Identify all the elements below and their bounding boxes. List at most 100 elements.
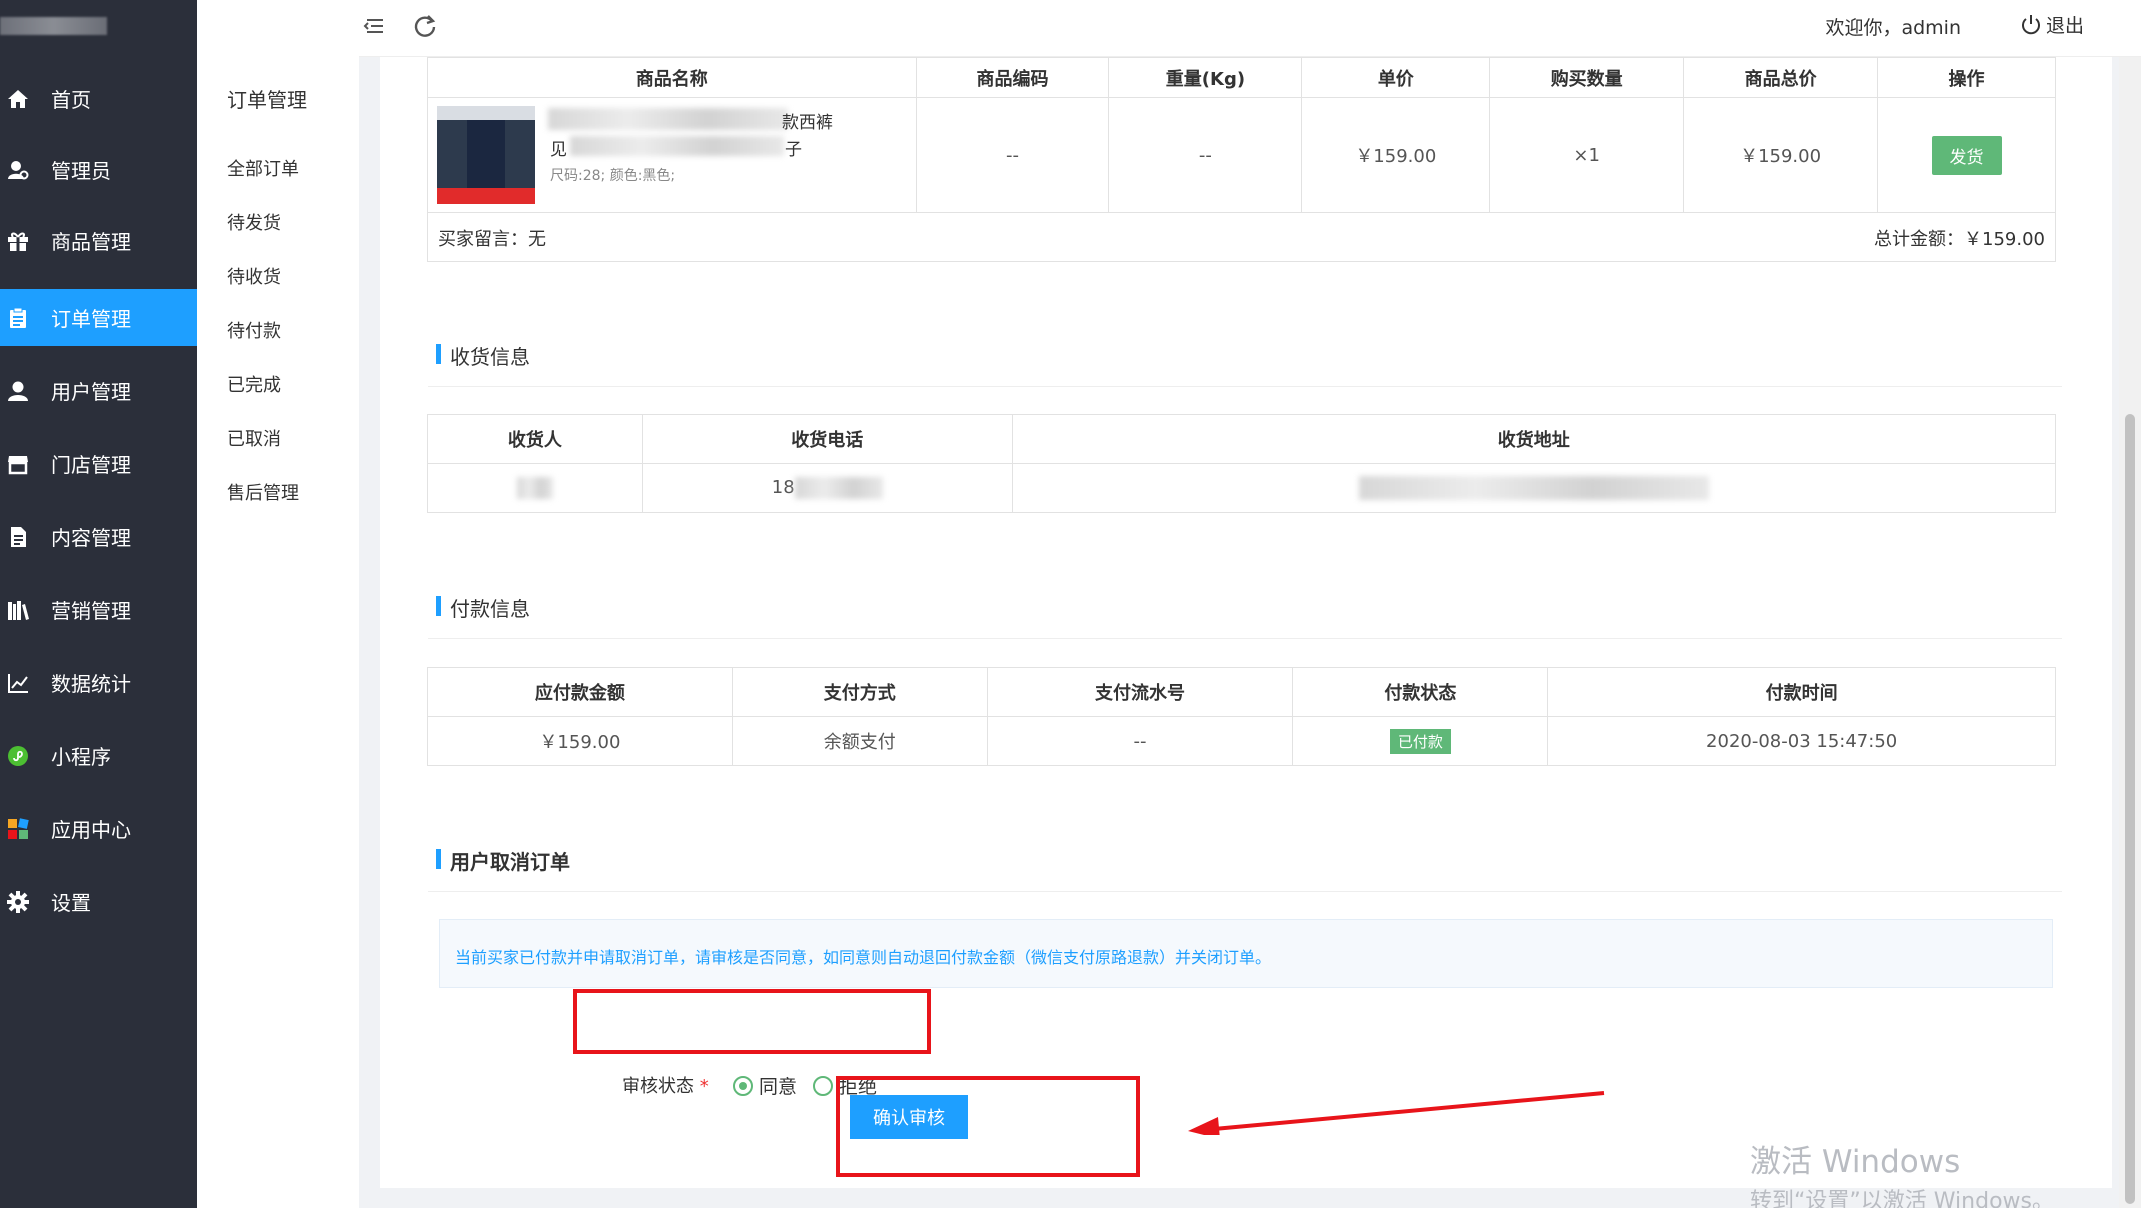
redacted-text <box>516 477 553 499</box>
sidebar-item-orders[interactable]: 订单管理 <box>0 289 197 346</box>
table-row: 款西裤 见 子 尺码:28; 颜色:黑色; -- -- ￥159.00 ×1 ￥… <box>427 97 2056 213</box>
sidebar-item-marketing[interactable]: 营销管理 <box>0 581 197 638</box>
redacted-text <box>794 477 883 499</box>
shipping-table: 收货人 收货电话 收货地址 18 <box>427 414 2057 513</box>
order-total: 总计金额：￥159.00 <box>1874 225 2045 251</box>
gift-icon <box>7 230 29 252</box>
payment-table: 应付款金额 支付方式 支付流水号 付款状态 付款时间 ￥159.00 余额支付 … <box>427 667 2056 766</box>
welcome-text: 欢迎你，admin <box>1825 17 1961 39</box>
sidebar-item-label: 营销管理 <box>51 599 131 623</box>
apps-icon <box>7 817 29 840</box>
audit-status-label: 审核状态 * <box>622 1072 709 1098</box>
redacted-text <box>570 136 784 156</box>
ship-button[interactable]: 发货 <box>1931 135 2002 175</box>
phone-prefix: 18 <box>771 477 795 498</box>
radio-label: 同意 <box>759 1076 798 1098</box>
audit-label-text: 审核状态 <box>622 1076 694 1097</box>
submenu-item-cancelled[interactable]: 已取消 <box>227 425 281 451</box>
submenu-item-to-ship[interactable]: 待发货 <box>227 209 281 235</box>
clipboard-icon <box>7 307 29 329</box>
document-icon <box>7 526 29 548</box>
section-title-payment: 付款信息 <box>436 593 530 622</box>
column-header: 购买数量 <box>1489 57 1685 98</box>
windows-activation-watermark: 激活 Windows 转到“设置”以激活 Windows。 <box>1750 1136 2054 1208</box>
table-row: 18 <box>427 463 2057 513</box>
refresh-icon[interactable] <box>411 12 439 40</box>
sidebar-item-users[interactable]: 用户管理 <box>0 362 197 419</box>
column-header: 重量(Kg) <box>1108 57 1303 98</box>
required-mark: * <box>699 1076 709 1097</box>
summary-cell: 买家留言：无 总计金额：￥159.00 <box>427 212 2056 262</box>
sidebar-item-stats[interactable]: 数据统计 <box>0 654 197 711</box>
divider <box>428 891 2062 892</box>
sidebar-item-label: 数据统计 <box>51 672 131 696</box>
sidebar-item-products[interactable]: 商品管理 <box>0 212 197 269</box>
column-header: 商品编码 <box>915 57 1110 98</box>
sidebar-item-stores[interactable]: 门店管理 <box>0 435 197 492</box>
store-icon <box>7 453 29 475</box>
column-header: 收货电话 <box>641 414 1013 464</box>
radio-checked-icon <box>733 1075 753 1096</box>
product-spec: 尺码:28; 颜色:黑色; <box>550 168 676 184</box>
column-header: 应付款金额 <box>427 667 733 717</box>
column-header: 支付方式 <box>731 667 988 717</box>
radio-agree[interactable]: 同意 <box>733 1072 797 1099</box>
status-badge: 已付款 <box>1389 728 1451 754</box>
unit-price: ￥159.00 <box>1301 97 1491 213</box>
product-table: 商品名称 商品编码 重量(Kg) 单价 购买数量 商品总价 操作 款西裤 见 子… <box>427 57 2056 262</box>
product-name-fragment: 见 <box>550 140 567 160</box>
divider <box>428 386 2062 387</box>
sidebar-item-label: 首页 <box>51 88 91 112</box>
sidebar-item-miniprogram[interactable]: 小程序 <box>0 727 197 784</box>
quantity: ×1 <box>1489 97 1685 213</box>
table-header-row: 应付款金额 支付方式 支付流水号 付款状态 付款时间 <box>427 667 2056 717</box>
product-name-fragment: 款西裤 <box>782 113 833 133</box>
sidebar-item-content[interactable]: 内容管理 <box>0 508 197 565</box>
submenu-item-all-orders[interactable]: 全部订单 <box>227 155 299 181</box>
submenu-item-completed[interactable]: 已完成 <box>227 371 281 397</box>
payment-time: 2020-08-03 15:47:50 <box>1547 716 2056 766</box>
submenu-item-to-receive[interactable]: 待收货 <box>227 263 281 289</box>
chart-icon <box>7 672 29 694</box>
column-header: 单价 <box>1301 57 1491 98</box>
user-icon <box>7 380 29 402</box>
buyer-note: 买家留言：无 <box>438 229 546 250</box>
column-header: 收货人 <box>427 414 643 464</box>
product-code: -- <box>915 97 1110 213</box>
annotation-arrow-icon <box>1188 1091 1605 1135</box>
confirm-audit-button[interactable]: 确认审核 <box>850 1095 968 1139</box>
submenu-item-to-pay[interactable]: 待付款 <box>227 317 281 343</box>
scrollbar-thumb[interactable] <box>2125 414 2135 1204</box>
sidebar-item-label: 用户管理 <box>51 380 131 404</box>
column-header: 商品总价 <box>1683 57 1879 98</box>
sidebar-item-apps[interactable]: 应用中心 <box>0 800 197 857</box>
column-header: 付款状态 <box>1292 667 1549 717</box>
books-icon <box>7 599 29 621</box>
sidebar-item-label: 小程序 <box>51 745 111 769</box>
miniprogram-icon <box>7 745 29 767</box>
logout-button[interactable]: 退出 <box>2020 11 2084 38</box>
order-detail-panel: 商品名称 商品编码 重量(Kg) 单价 购买数量 商品总价 操作 款西裤 见 子… <box>380 57 2112 1188</box>
column-header: 商品名称 <box>427 57 917 98</box>
sidebar-item-settings[interactable]: 设置 <box>0 873 197 930</box>
sidebar-item-admin[interactable]: 管理员 <box>0 141 197 198</box>
product-weight: -- <box>1108 97 1303 213</box>
gear-icon <box>7 890 29 913</box>
sidebar-item-home[interactable]: 首页 <box>0 70 197 127</box>
home-icon <box>7 88 29 110</box>
total-price: ￥159.00 <box>1683 97 1879 213</box>
submenu-item-after-sales[interactable]: 售后管理 <box>227 479 299 505</box>
sidebar-item-label: 内容管理 <box>51 526 131 550</box>
sidebar-item-label: 商品管理 <box>51 230 131 254</box>
page-scrollbar[interactable] <box>2119 57 2141 1208</box>
redacted-text <box>548 108 788 130</box>
order-total-label: 总计金额： <box>1874 229 1965 250</box>
table-header-row: 商品名称 商品编码 重量(Kg) 单价 购买数量 商品总价 操作 <box>427 57 2056 98</box>
column-header: 付款时间 <box>1547 667 2056 717</box>
collapse-menu-icon[interactable] <box>359 12 387 40</box>
order-total-value: ￥159.00 <box>1964 229 2045 250</box>
sidebar-item-label: 设置 <box>51 891 91 915</box>
table-row: ￥159.00 余额支付 -- 已付款 2020-08-03 15:47:50 <box>427 716 2056 766</box>
divider <box>428 638 2062 639</box>
receiver-name <box>427 463 643 513</box>
